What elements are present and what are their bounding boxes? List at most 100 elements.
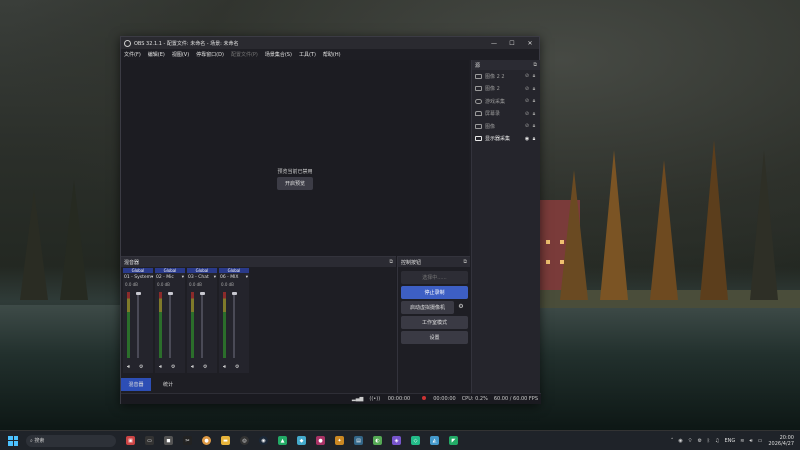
eye-hidden-icon[interactable]: ⊘ xyxy=(524,73,530,79)
app-icon[interactable]: ▤ xyxy=(354,436,363,445)
channel-menu-icon[interactable]: ⚙︎ xyxy=(235,364,239,370)
source-item[interactable]: 图像 2 ⊘ 🔒︎ xyxy=(472,83,540,96)
clock[interactable]: 20:00 2026/4/27 xyxy=(768,435,794,447)
caret-down-icon[interactable]: ▾ xyxy=(151,275,153,280)
channel-name[interactable]: 06 - MIX xyxy=(220,275,239,280)
volume-fader[interactable] xyxy=(169,292,171,358)
network-icon[interactable]: ⌔ xyxy=(688,438,693,444)
windows-start-icon[interactable] xyxy=(8,435,18,446)
obs-icon[interactable]: ◎ xyxy=(240,436,249,445)
volume-fader[interactable] xyxy=(137,292,139,358)
mic-icon[interactable]: ♫ xyxy=(715,438,719,444)
volume-fader[interactable] xyxy=(233,292,235,358)
app-icon[interactable]: ◐ xyxy=(373,436,382,445)
caret-down-icon[interactable]: ▾ xyxy=(182,275,184,280)
eye-hidden-icon[interactable]: ⊘ xyxy=(524,98,530,104)
menu-file[interactable]: 文件(F) xyxy=(124,51,141,58)
app-icon[interactable]: ▣ xyxy=(126,436,135,445)
app-icon[interactable]: ◤ xyxy=(449,436,458,445)
source-item[interactable]: 图像 ⊘ 🔒︎ xyxy=(472,120,540,133)
fader-knob[interactable] xyxy=(231,292,237,295)
select-button[interactable]: 选择中...... xyxy=(401,271,468,284)
start-virtual-camera-button[interactable]: 启动虚拟摄像机 xyxy=(401,301,454,314)
app-icon[interactable]: ▭ xyxy=(145,436,154,445)
channel-name[interactable]: 03 - Chat xyxy=(188,275,209,280)
lock-icon[interactable]: 🔒︎ xyxy=(531,98,537,104)
steam-tray-icon[interactable]: ◉ xyxy=(678,438,682,444)
app-icon[interactable]: ✂ xyxy=(183,436,192,445)
app-icon[interactable]: ◇ xyxy=(411,436,420,445)
app-icon[interactable]: ◈ xyxy=(392,436,401,445)
source-item[interactable]: 图像 2 2 ⊘ 🔒︎ xyxy=(472,70,540,83)
app-icon[interactable]: ● xyxy=(316,436,325,445)
channel-menu-icon[interactable]: ⚙︎ xyxy=(203,364,207,370)
lock-icon[interactable]: 🔒︎ xyxy=(531,123,537,129)
lock-icon[interactable]: 🔒︎ xyxy=(531,73,537,79)
menu-edit[interactable]: 编辑(E) xyxy=(148,51,165,58)
app-icon[interactable]: ◆ xyxy=(297,436,306,445)
tab-mixer[interactable]: 混音器 xyxy=(121,378,151,391)
eye-icon[interactable]: ◉ xyxy=(524,136,530,142)
speaker-icon[interactable]: 🔊︎ xyxy=(223,364,226,370)
steam-icon[interactable]: ◉ xyxy=(259,436,268,445)
chrome-icon[interactable]: ● xyxy=(202,436,211,445)
caret-down-icon[interactable]: ▾ xyxy=(246,275,248,280)
image-icon xyxy=(475,123,482,129)
lock-icon[interactable]: 🔒︎ xyxy=(531,136,537,142)
volume-meter xyxy=(159,292,162,358)
fader-knob[interactable] xyxy=(199,292,205,295)
settings-tray-icon[interactable]: ⚙ xyxy=(698,438,702,444)
chevron-up-icon[interactable]: ˄ xyxy=(671,438,674,444)
taskbar-search[interactable]: ⌕ 搜索 xyxy=(26,434,116,447)
eye-hidden-icon[interactable]: ⊘ xyxy=(524,123,530,129)
app-icon[interactable]: ✦ xyxy=(335,436,344,445)
obs-window: OBS 32.1.1 - 配置文件: 未命名 - 场景: 未命名 — ☐ ✕ 文… xyxy=(120,36,541,404)
studio-mode-button[interactable]: 工作室模式 xyxy=(401,316,468,329)
caret-down-icon[interactable]: ▾ xyxy=(214,275,216,280)
fader-knob[interactable] xyxy=(135,292,141,295)
menu-profile[interactable]: 配置文件(P) xyxy=(231,51,258,58)
speaker-icon[interactable]: 🔊︎ xyxy=(127,364,130,370)
volume-icon[interactable]: 🔊︎ xyxy=(749,438,752,444)
lock-icon[interactable]: 🔒︎ xyxy=(531,86,537,92)
menu-help[interactable]: 帮助(H) xyxy=(323,51,341,58)
channel-menu-icon[interactable]: ⚙︎ xyxy=(139,364,143,370)
undock-icon[interactable]: ⧉ xyxy=(463,259,467,265)
menu-docks[interactable]: 停靠窗口(D) xyxy=(196,51,224,58)
menu-view[interactable]: 视图(V) xyxy=(172,51,189,58)
menu-scene-collection[interactable]: 场景集合(S) xyxy=(265,51,292,58)
fader-knob[interactable] xyxy=(167,292,173,295)
volume-fader[interactable] xyxy=(201,292,203,358)
app-icon[interactable]: ◼ xyxy=(164,436,173,445)
lang-indicator[interactable]: ENG xyxy=(724,438,735,444)
minimize-button[interactable]: — xyxy=(485,37,503,49)
menu-tools[interactable]: 工具(T) xyxy=(299,51,316,58)
eye-hidden-icon[interactable]: ⊘ xyxy=(524,86,530,92)
battery-icon[interactable]: ▭ xyxy=(758,438,763,444)
speaker-icon[interactable]: 🔊︎ xyxy=(191,364,194,370)
channel-menu-icon[interactable]: ⚙︎ xyxy=(171,364,175,370)
gear-icon[interactable]: ⚙ xyxy=(456,303,466,313)
lock-icon[interactable]: 🔒︎ xyxy=(531,111,537,117)
speaker-icon[interactable]: 🔊︎ xyxy=(159,364,162,370)
source-item[interactable]: 显示器采集 ◉ 🔒︎ xyxy=(472,133,540,146)
folder-icon[interactable]: ▬ xyxy=(221,436,230,445)
close-button[interactable]: ✕ xyxy=(521,37,539,49)
bluetooth-icon[interactable]: ᛒ xyxy=(707,438,710,444)
enable-preview-button[interactable]: 开启预览 xyxy=(277,177,313,190)
undock-icon[interactable]: ⧉ xyxy=(389,259,393,265)
undock-icon[interactable]: ⧉ xyxy=(533,62,537,68)
source-item[interactable]: 游戏采集 ⊘ 🔒︎ xyxy=(472,95,540,108)
wifi-icon[interactable]: ≋ xyxy=(740,438,744,444)
source-item[interactable]: 屏幕录 ⊘ 🔒︎ xyxy=(472,108,540,121)
eye-hidden-icon[interactable]: ⊘ xyxy=(524,111,530,117)
channel-name[interactable]: 02 - Mic xyxy=(156,275,174,280)
app-icon[interactable]: ▲ xyxy=(278,436,287,445)
channel-name[interactable]: 01 - System xyxy=(124,275,151,280)
stop-recording-button[interactable]: 停止录制 xyxy=(401,286,468,299)
tab-stats[interactable]: 统计 xyxy=(153,378,183,391)
tree-shape xyxy=(560,170,588,300)
maximize-button[interactable]: ☐ xyxy=(503,37,521,49)
app-icon[interactable]: ◭ xyxy=(430,436,439,445)
settings-button[interactable]: 设置 xyxy=(401,331,468,344)
